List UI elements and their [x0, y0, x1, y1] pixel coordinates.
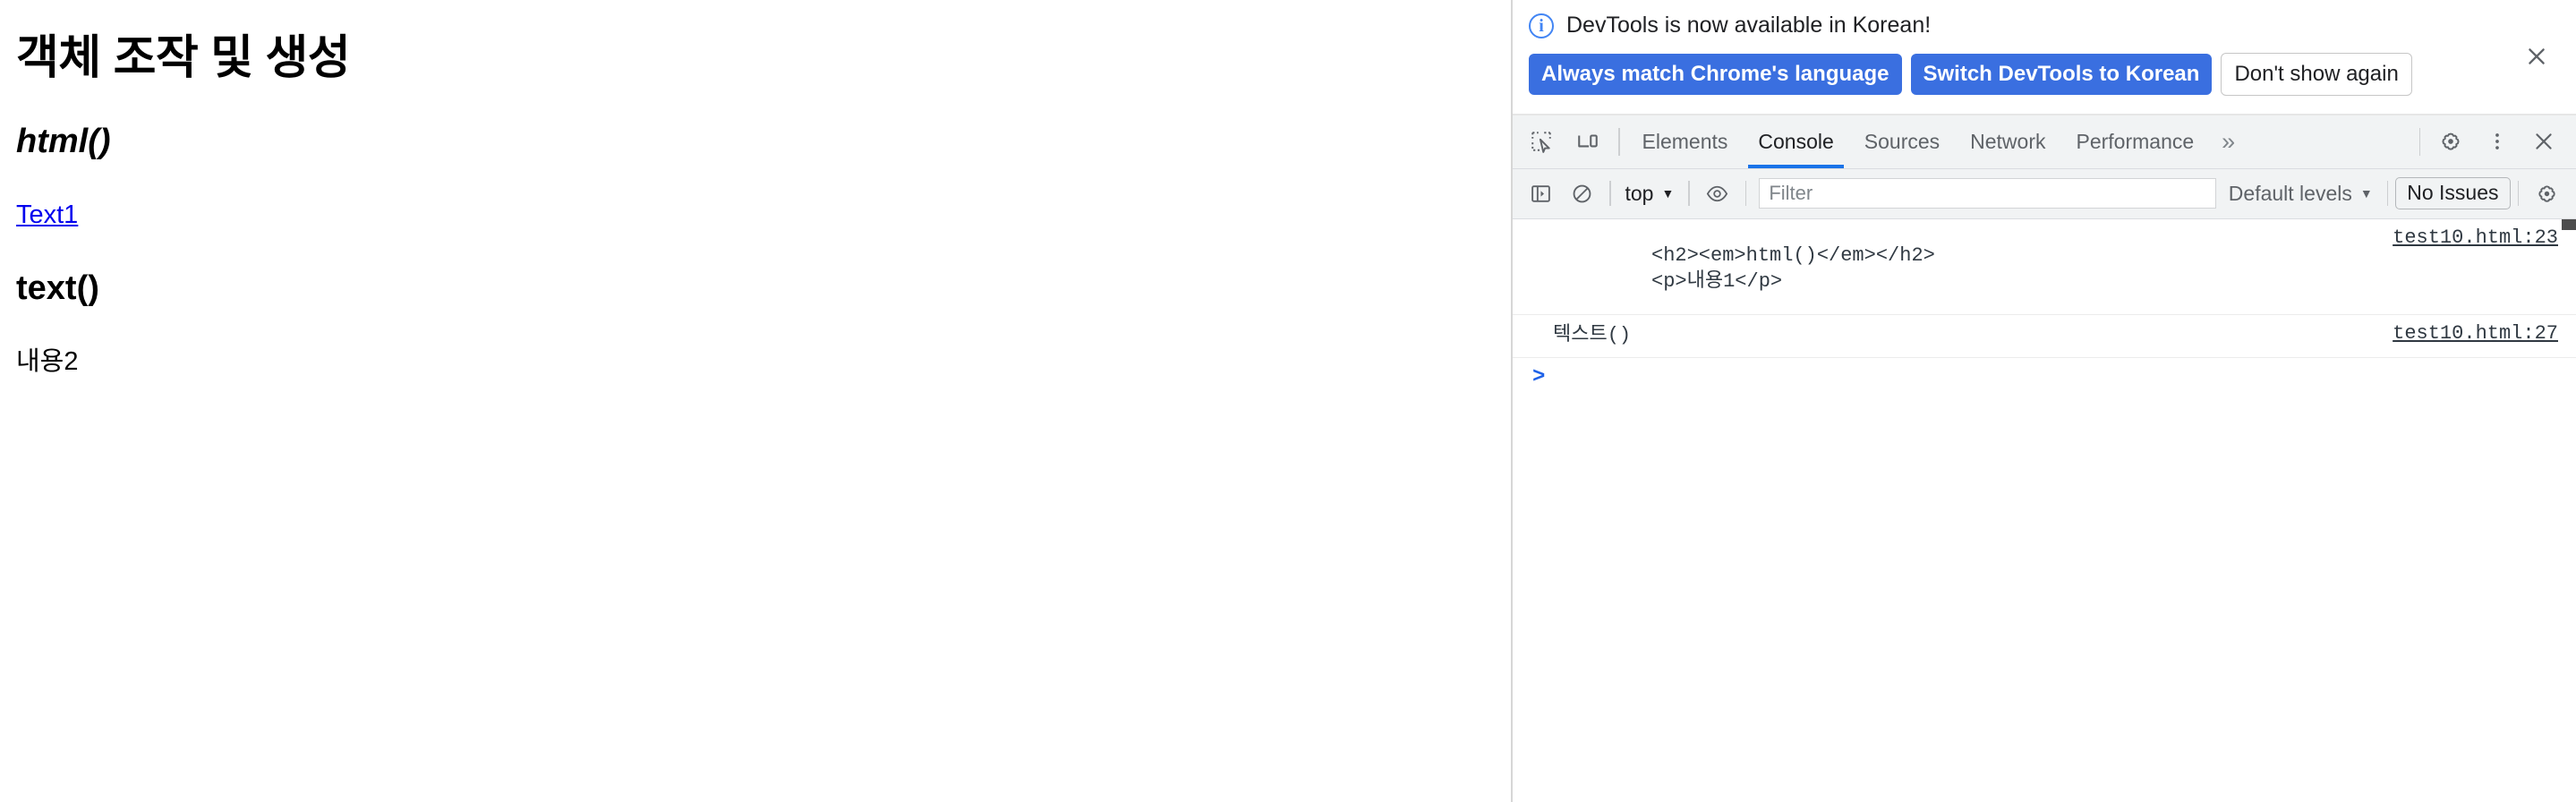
info-icon: i [1529, 13, 1554, 38]
devtools-tabbar: Elements Console Sources Network Perform… [1513, 115, 2576, 169]
log-levels-label: Default levels [2228, 181, 2352, 205]
devtools-language-infobar: i DevTools is now available in Korean! A… [1513, 0, 2576, 115]
dont-show-again-button[interactable]: Don't show again [2221, 53, 2412, 96]
close-devtools-icon[interactable] [2521, 115, 2567, 168]
console-prompt-row[interactable]: > [1513, 358, 2576, 388]
tabbar-divider [1618, 127, 1620, 156]
console-toolbar-divider-2 [1688, 181, 1690, 207]
log-levels-selector[interactable]: Default levels ▼ [2222, 182, 2380, 206]
tabbar-right-actions [2412, 115, 2576, 168]
device-toolbar-icon[interactable] [1565, 115, 1611, 168]
tab-console[interactable]: Console [1743, 115, 1848, 168]
show-console-sidebar-icon[interactable] [1520, 173, 1561, 214]
page-title: 객체 조작 및 생성 [16, 32, 351, 84]
console-message-source-link[interactable]: test10.html:27 [2375, 322, 2558, 345]
page-link-row: Text1 [16, 200, 1495, 230]
page-viewport: 객체 조작 및 생성 html() Text1 text() 내용2 [0, 0, 1513, 802]
issues-status-button[interactable]: No Issues [2395, 177, 2511, 209]
console-output[interactable]: <h2><em>html()</em></h2> <p>내용1</p> test… [1513, 218, 2576, 802]
tab-elements[interactable]: Elements [1627, 115, 1744, 168]
tabbar-divider-right [2418, 127, 2420, 156]
page-subheading-text: text() [16, 269, 99, 308]
prompt-chevron-icon: > [1532, 365, 1546, 390]
text1-link[interactable]: Text1 [16, 200, 78, 230]
tab-sources[interactable]: Sources [1849, 115, 1955, 168]
kebab-menu-icon[interactable] [2474, 115, 2521, 168]
console-message-text: 텍스트() [1553, 324, 1632, 347]
always-match-chrome-language-button[interactable]: Always match Chrome's language [1529, 54, 1902, 95]
tab-performance[interactable]: Performance [2061, 115, 2210, 168]
browser-window: 객체 조작 및 생성 html() Text1 text() 내용2 i Dev… [0, 0, 2576, 802]
console-message-text: <h2><em>html()</em></h2> <p>내용1</p> [1651, 243, 1935, 293]
chevron-down-icon: ▼ [2359, 186, 2373, 201]
console-toolbar-divider-3 [1744, 181, 1747, 207]
console-toolbar-divider-4 [2386, 181, 2389, 207]
console-toolbar: top ▼ Default levels ▼ No Issues [1513, 168, 2576, 219]
infobar-message-row: i DevTools is now available in Korean! [1529, 13, 2560, 38]
console-settings-gear-icon[interactable] [2526, 173, 2567, 214]
devtools-panel: i DevTools is now available in Korean! A… [1513, 0, 2576, 802]
page-subheading-html: html() [16, 122, 111, 160]
chevron-down-icon: ▼ [1661, 186, 1675, 201]
tabbar-spacer [2245, 115, 2411, 168]
console-toolbar-divider-5 [2517, 181, 2519, 207]
inspect-element-icon[interactable] [1518, 115, 1565, 168]
infobar-actions: Always match Chrome's language Switch De… [1529, 53, 2560, 96]
console-filter-input[interactable] [1759, 178, 2216, 209]
clear-console-icon[interactable] [1561, 173, 1602, 214]
gear-icon[interactable] [2427, 115, 2474, 168]
switch-devtools-to-korean-button[interactable]: Switch DevTools to Korean [1910, 54, 2213, 95]
console-message-source-link[interactable]: test10.html:23 [2375, 226, 2558, 249]
execution-context-selector[interactable]: top ▼ [1618, 182, 1682, 206]
devtools-tabs: Elements Console Sources Network Perform… [1627, 115, 2210, 168]
tab-network[interactable]: Network [1955, 115, 2060, 168]
console-message-row[interactable]: 텍스트() test10.html:27 [1513, 315, 2576, 359]
page-paragraph: 내용2 [16, 347, 79, 377]
execution-context-label: top [1625, 181, 1654, 205]
infobar-close-icon[interactable] [2521, 40, 2553, 73]
console-message-row[interactable]: <h2><em>html()</em></h2> <p>내용1</p> test… [1513, 219, 2576, 316]
infobar-message: DevTools is now available in Korean! [1566, 13, 1932, 38]
console-toolbar-divider-1 [1609, 181, 1611, 207]
more-tabs-icon[interactable]: » [2209, 115, 2245, 168]
live-expression-icon[interactable] [1697, 173, 1738, 214]
